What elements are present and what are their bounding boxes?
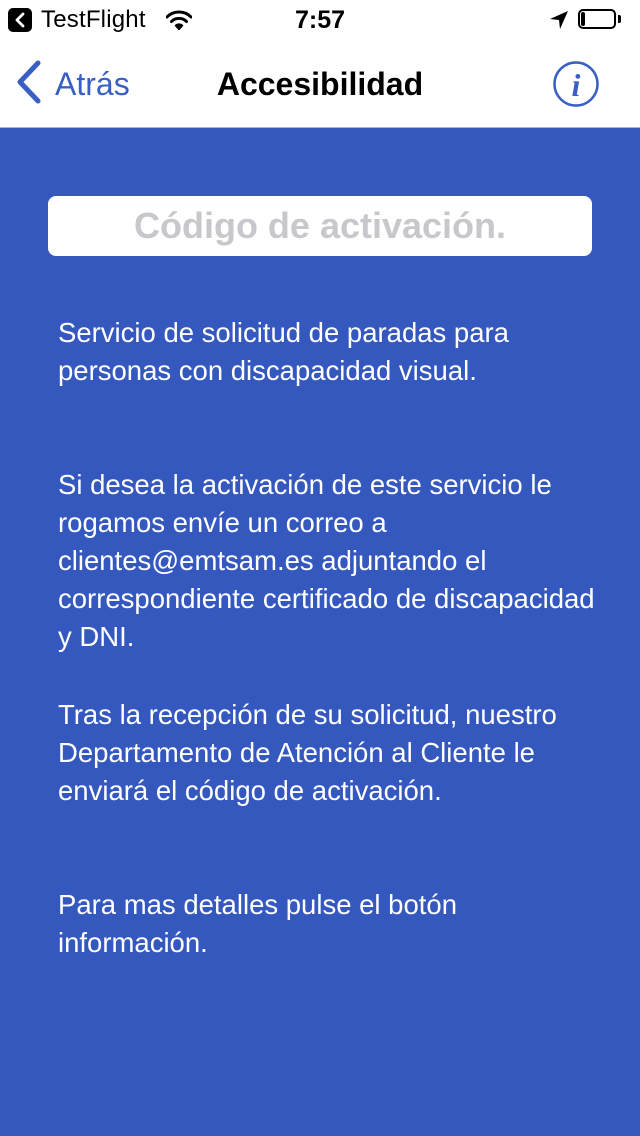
status-bar: TestFlight 7:57 bbox=[0, 0, 640, 40]
process-paragraph: Tras la recepción de su solicitud, nuest… bbox=[58, 699, 557, 806]
details-paragraph: Para mas detalles pulse el botón informa… bbox=[58, 889, 457, 958]
info-icon-glyph: i bbox=[572, 67, 581, 103]
battery-icon bbox=[578, 9, 622, 29]
location-arrow-icon bbox=[549, 10, 569, 35]
description-paragraph: Servicio de solicitud de paradas para pe… bbox=[58, 317, 509, 386]
battery-cap bbox=[618, 15, 621, 23]
instructions-paragraph: Si desea la activación de este servicio … bbox=[58, 469, 595, 652]
page-title: Accesibilidad bbox=[216, 66, 424, 102]
status-time: 7:57 bbox=[294, 6, 346, 34]
battery-level bbox=[581, 12, 585, 26]
info-button[interactable]: i bbox=[552, 60, 600, 108]
navigation-bar: Atrás Accesibilidad i bbox=[0, 40, 640, 128]
activation-code-input[interactable] bbox=[48, 196, 592, 256]
info-icon: i bbox=[553, 61, 599, 107]
